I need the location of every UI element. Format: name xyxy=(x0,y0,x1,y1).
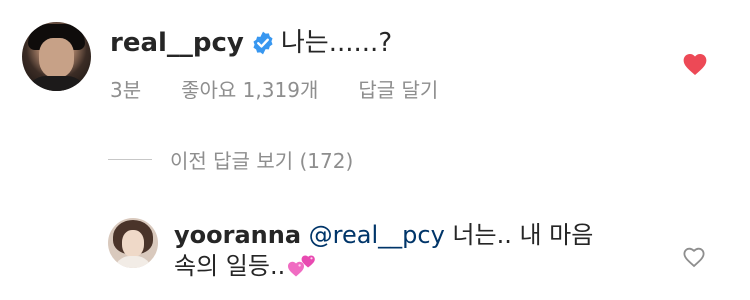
comment-time: 3분 xyxy=(110,78,142,102)
heart-filled-icon[interactable] xyxy=(682,52,708,76)
view-previous-replies-label: 이전 답글 보기 (172) xyxy=(170,149,354,173)
verified-badge-icon xyxy=(253,31,273,55)
comment-meta: 3분 좋아요 1,319개 답글 달기 xyxy=(110,74,438,103)
divider-line xyxy=(108,159,152,160)
heart-outline-icon[interactable] xyxy=(682,246,706,268)
reply-mention[interactable]: @real__pcy xyxy=(309,221,445,249)
reply-text-line1: 너는.. 내 마음 xyxy=(444,221,594,249)
two-hearts-emoji-icon xyxy=(288,255,316,277)
comments-section: real__pcy 나는......? 3분 좋아요 1,319개 답글 달기 … xyxy=(0,0,750,300)
view-previous-replies-button[interactable]: 이전 답글 보기 (172) xyxy=(108,145,353,174)
comment-line: real__pcy 나는......? xyxy=(110,26,392,60)
reply-avatar[interactable] xyxy=(108,218,158,268)
reply-username[interactable]: yooranna xyxy=(174,221,301,249)
reply-text-line2: 속의 일등.. xyxy=(174,252,286,280)
comment-text: 나는......? xyxy=(280,28,393,58)
comment-likes-link[interactable]: 좋아요 1,319개 xyxy=(181,74,318,103)
comment-username[interactable]: real__pcy xyxy=(110,26,244,60)
reply-button[interactable]: 답글 달기 xyxy=(358,74,438,103)
commenter-avatar[interactable] xyxy=(22,22,91,91)
reply-text-block: yooranna @real__pcy 너는.. 내 마음 속의 일등.. xyxy=(174,220,654,281)
